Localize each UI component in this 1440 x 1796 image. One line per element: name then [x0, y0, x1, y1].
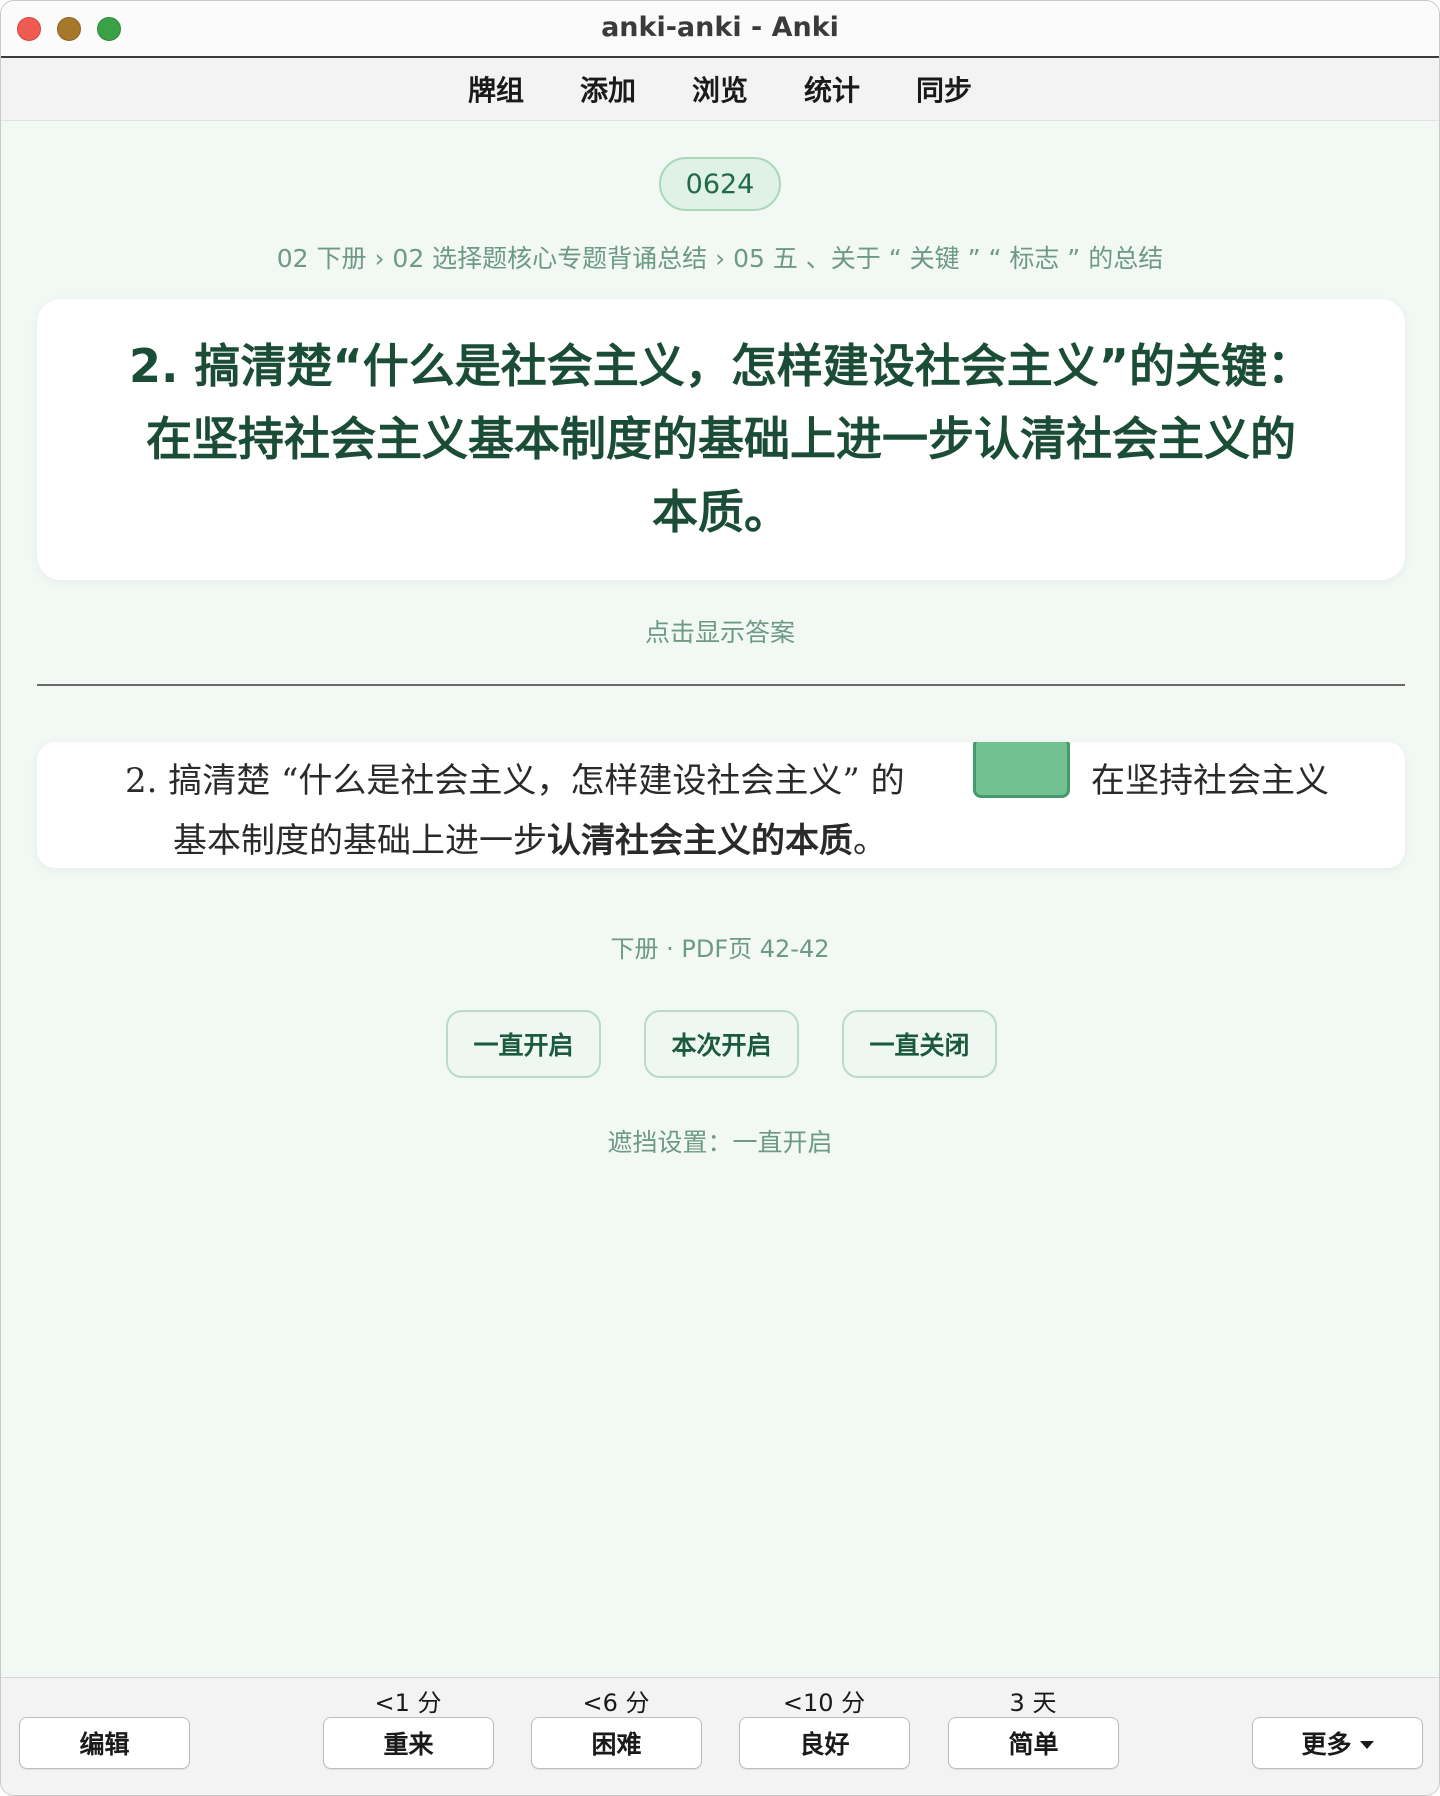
pdf-line-2-end: 。 — [853, 821, 887, 861]
pdf-line-1-right: 在坚持社会主义 — [1091, 761, 1329, 801]
edit-button[interactable]: 编辑 — [19, 1717, 190, 1769]
review-bottom-bar — [1, 1677, 1439, 1795]
again-interval: <1 分 — [374, 1689, 442, 1717]
good-interval: <10 分 — [782, 1689, 866, 1717]
anki-window: anki-anki - Anki 牌组 添加 浏览 统计 同步 0624 02 … — [0, 0, 1440, 1796]
question-line-2: 在坚持社会主义基本制度的基础上进一步认清社会主义的 — [146, 412, 1296, 466]
pdf-excerpt-card: 2. 搞清楚 “什么是社会主义，怎样建设社会主义” 的 在坚持社会主义 基本制度… — [37, 742, 1405, 868]
question-card: 2. 搞清楚“什么是社会主义，怎样建设社会主义”的关键： 在坚持社会主义基本制度… — [37, 299, 1405, 580]
pdf-source-label: 下册 · PDF页 42-42 — [610, 935, 830, 963]
mask-setting-status: 遮挡设置：一直开启 — [607, 1128, 833, 1157]
easy-button[interactable]: 简单 — [948, 1717, 1119, 1769]
window-title: anki-anki - Anki — [601, 12, 839, 43]
hard-interval: <6 分 — [582, 1689, 650, 1717]
answer-divider — [37, 684, 1405, 686]
menu-sync[interactable]: 同步 — [916, 69, 972, 109]
occlusion-mask[interactable] — [973, 742, 1070, 798]
deck-breadcrumb: 02 下册 › 02 选择题核心专题背诵总结 › 05 五 、关于 “ 关键 ”… — [276, 244, 1164, 273]
question-line-1: 2. 搞清楚“什么是社会主义，怎样建设社会主义”的关键： — [129, 339, 1313, 393]
menu-stats[interactable]: 统计 — [804, 69, 860, 109]
mask-always-on-button[interactable]: 一直开启 — [446, 1010, 601, 1078]
good-button[interactable]: 良好 — [739, 1717, 910, 1769]
main-menu-bar: 牌组 添加 浏览 统计 同步 — [1, 58, 1439, 121]
pdf-line-2: 基本制度的基础上进一步认清社会主义的本质。 — [173, 812, 887, 868]
show-answer-link[interactable]: 点击显示答案 — [1, 613, 1439, 649]
pdf-line-2-bold-text: 认清社会主义的本质 — [547, 821, 853, 861]
menu-add[interactable]: 添加 — [580, 69, 636, 109]
question-text: 2. 搞清楚“什么是社会主义，怎样建设社会主义”的关键： 在坚持社会主义基本制度… — [129, 330, 1313, 549]
mask-this-time-button[interactable]: 本次开启 — [644, 1010, 799, 1078]
again-button[interactable]: 重来 — [323, 1717, 494, 1769]
hard-button[interactable]: 困难 — [531, 1717, 702, 1769]
question-line-3: 本质。 — [652, 485, 790, 539]
mask-always-off-button[interactable]: 一直关闭 — [842, 1010, 997, 1078]
menu-browse[interactable]: 浏览 — [692, 69, 748, 109]
easy-interval: 3 天 — [1009, 1689, 1057, 1717]
title-bar: anki-anki - Anki — [1, 1, 1439, 58]
more-button-label: 更多 — [1301, 1730, 1352, 1759]
more-button[interactable]: 更多 — [1252, 1717, 1423, 1769]
menu-decks[interactable]: 牌组 — [468, 69, 524, 109]
deck-tag-pill: 0624 — [659, 157, 781, 211]
pdf-line-2-text: 基本制度的基础上进一步 — [173, 821, 547, 861]
caret-down-icon — [1359, 1741, 1374, 1749]
pdf-line-1-left: 2. 搞清楚 “什么是社会主义，怎样建设社会主义” 的 — [125, 761, 905, 801]
